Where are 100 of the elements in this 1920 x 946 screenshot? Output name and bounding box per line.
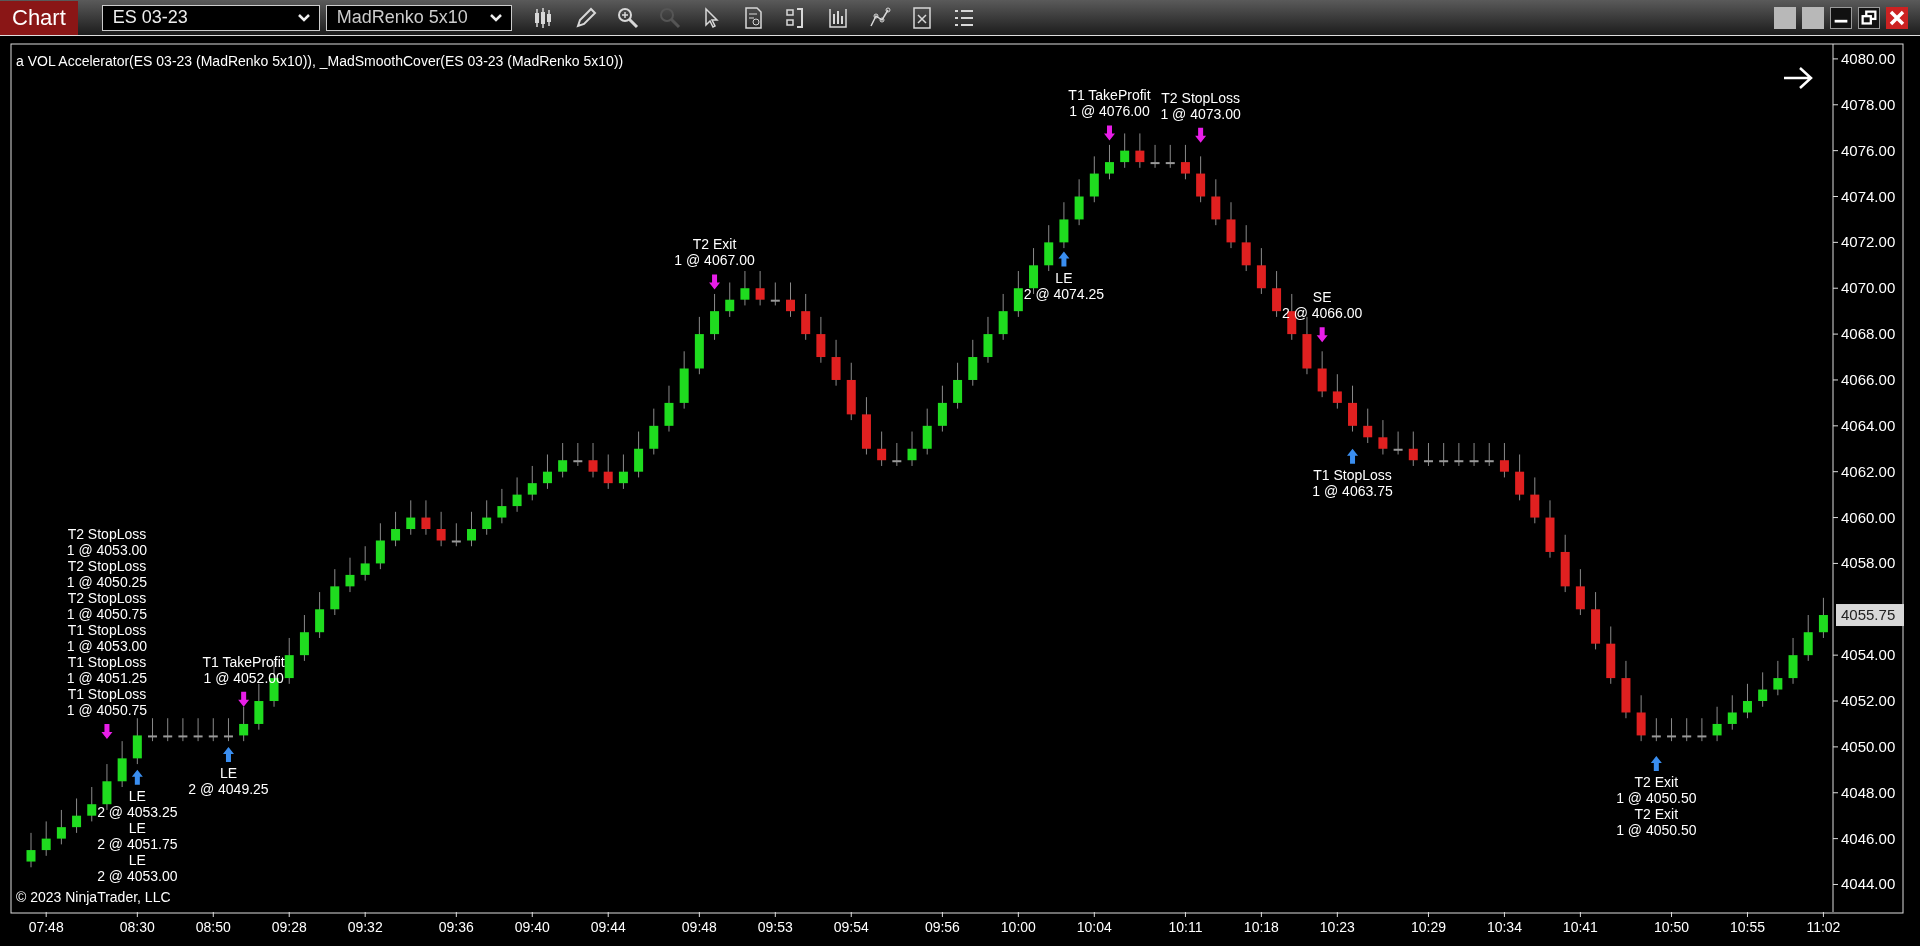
candle (1803, 614, 1813, 662)
order-label: T2 Exit (1634, 806, 1679, 823)
zoom-in-icon[interactable] (615, 5, 640, 30)
candle (87, 786, 97, 822)
price-axis-label: 4068.00 (1841, 325, 1896, 343)
order-label: T1 StopLoss (1313, 466, 1392, 483)
window-button[interactable] (1802, 6, 1824, 29)
down-arrow-icon (1316, 327, 1328, 343)
order-label: SE (1312, 289, 1332, 306)
candle (1499, 442, 1509, 478)
minimize-icon[interactable] (1830, 6, 1852, 29)
candle (1256, 247, 1266, 295)
time-axis-label: 09:54 (833, 919, 869, 935)
candle (1332, 373, 1342, 410)
order-label: T1 TakeProfit (202, 653, 285, 670)
candle (1758, 671, 1768, 708)
candle (968, 339, 978, 387)
candle (1575, 568, 1585, 616)
candle (299, 614, 309, 662)
candle (634, 431, 644, 478)
candle (1150, 144, 1160, 169)
candle (391, 511, 401, 547)
order-label: T2 StopLoss (1161, 89, 1240, 106)
candle (421, 499, 431, 536)
order-label: LE (128, 819, 146, 836)
candle (786, 282, 795, 318)
time-axis-label: 10:00 (1000, 919, 1036, 935)
up-arrow-icon (1347, 448, 1359, 464)
candle (892, 442, 902, 467)
fill-label: 2 @ 4053.25 (97, 803, 178, 820)
candle (1651, 717, 1661, 742)
candle (1591, 591, 1601, 650)
candle (148, 717, 157, 742)
pencil-icon[interactable] (573, 5, 598, 30)
window-button[interactable] (1774, 6, 1796, 29)
candle (1074, 178, 1084, 226)
candle (132, 717, 142, 765)
candle (755, 270, 765, 306)
candle (649, 408, 659, 455)
price-axis-label: 4062.00 (1841, 462, 1896, 480)
order-label: T1 StopLoss (67, 653, 147, 670)
candle (1560, 534, 1570, 593)
fill-label: 1 @ 4050.75 (66, 605, 148, 622)
candle (330, 568, 340, 616)
time-axis-label: 10:11 (1168, 919, 1203, 935)
fill-label: 2 @ 4049.25 (188, 780, 269, 797)
candle (497, 488, 507, 524)
time-axis-label: 10:34 (1486, 919, 1522, 935)
fill-label: 1 @ 4050.75 (66, 701, 148, 718)
price-axis-label: 4076.00 (1841, 141, 1896, 159)
close-icon[interactable] (1886, 6, 1908, 29)
candle (694, 316, 704, 375)
time-axis-label: 09:56 (924, 919, 960, 935)
restore-icon[interactable] (1858, 6, 1880, 29)
candle (679, 350, 689, 410)
candle (618, 454, 628, 490)
chevron-icon (296, 12, 311, 23)
fill-label: 2 @ 4074.25 (1023, 285, 1105, 302)
time-axis-label: 08:50 (195, 919, 231, 935)
candle (725, 282, 735, 318)
order-label: T2 StopLoss (67, 557, 147, 574)
price-axis-label: 4046.00 (1841, 829, 1896, 847)
candle (1378, 419, 1388, 455)
candle (41, 820, 51, 857)
order-label: LE (128, 851, 146, 868)
bar-type-dropdown[interactable]: MadRenko 5x10 (325, 4, 512, 31)
price-axis-label: 4080.00 (1841, 49, 1896, 67)
candle (375, 522, 385, 570)
instrument-dropdown[interactable]: ES 03-23 (101, 4, 320, 31)
candle (1712, 706, 1722, 742)
fill-label: 1 @ 4050.50 (1616, 822, 1697, 839)
candle (1484, 442, 1494, 467)
candle (846, 362, 856, 421)
fill-label: 1 @ 4063.75 (1312, 482, 1393, 499)
candle (1697, 717, 1707, 742)
order-label: T2 StopLoss (67, 525, 147, 542)
fill-label: 1 @ 4050.50 (1616, 790, 1697, 807)
time-axis-label: 09:40 (514, 919, 550, 935)
candle (1424, 442, 1433, 467)
order-label: T1 StopLoss (67, 621, 147, 638)
candle (1348, 385, 1358, 433)
time-axis-label: 09:48 (681, 919, 717, 935)
time-axis-label: 10:04 (1076, 919, 1112, 935)
candle (512, 476, 522, 513)
candle (1211, 178, 1221, 226)
window-title: Chart (0, 0, 78, 35)
candle (1135, 132, 1145, 169)
candle (1621, 660, 1631, 719)
chevron-icon (488, 12, 503, 23)
candle (1788, 637, 1798, 685)
candle (1530, 476, 1540, 524)
candle (1469, 442, 1479, 467)
candle (1044, 224, 1054, 272)
candle (254, 683, 264, 731)
order-label: LE (219, 764, 238, 781)
candle (1545, 499, 1555, 559)
candle (1515, 454, 1525, 501)
candle (542, 454, 552, 490)
candle (1742, 683, 1752, 719)
price-axis-label: 4074.00 (1841, 187, 1896, 205)
